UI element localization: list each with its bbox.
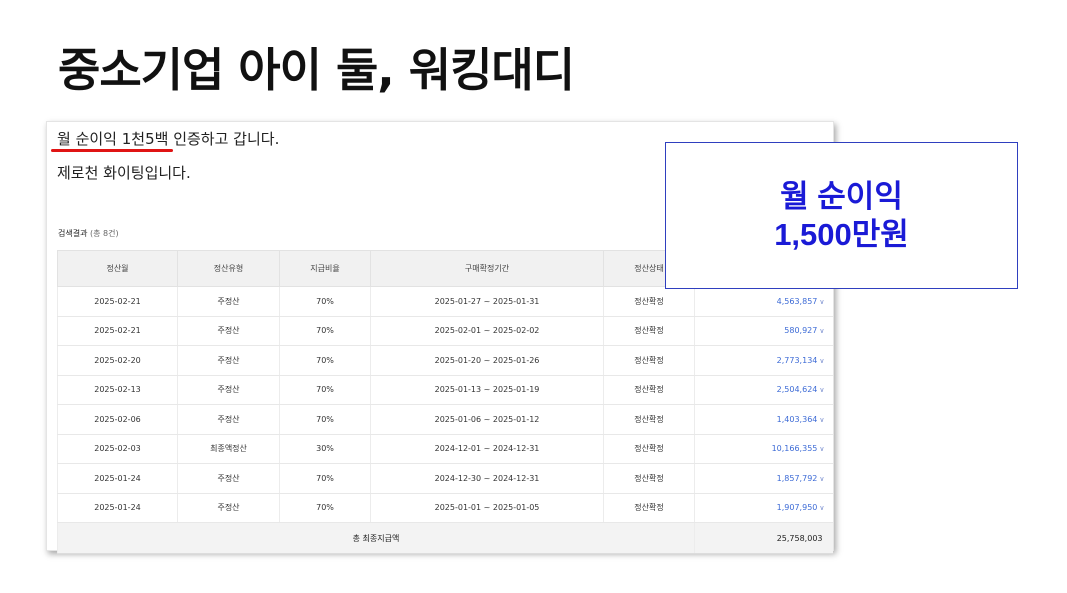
settlement-month-cell: 2025-01-24: [57, 463, 178, 494]
settlement-status-cell: 정산확정: [603, 463, 695, 494]
amount-cell[interactable]: 2,773,134 ∨: [694, 345, 833, 376]
settlement-type-cell: 주정산: [177, 316, 280, 346]
payout-ratio-cell: 70%: [279, 286, 371, 317]
chevron-down-icon[interactable]: ∨: [819, 298, 824, 306]
post-highlight: 월 순이익 1천5백: [57, 130, 169, 148]
chevron-down-icon[interactable]: ∨: [819, 504, 824, 512]
amount-value[interactable]: 2,773,134: [777, 356, 818, 365]
amount-value[interactable]: 1,907,950: [777, 503, 818, 512]
settlement-type-cell: 주정산: [177, 493, 280, 523]
amount-value[interactable]: 2,504,624: [777, 385, 818, 394]
slide-title: 중소기업 아이 둘, 워킹대디: [58, 43, 575, 97]
confirm-period-cell: 2025-01-06 ~ 2025-01-12: [370, 404, 604, 435]
results-heading: 검색결과 (총 8건): [58, 228, 119, 239]
confirm-period-cell: 2024-12-01 ~ 2024-12-31: [370, 434, 604, 464]
settlement-type-cell: 주정산: [177, 463, 280, 494]
settlement-month-cell: 2025-02-21: [57, 316, 178, 346]
amount-cell[interactable]: 1,907,950 ∨: [694, 493, 833, 523]
amount-cell[interactable]: 4,563,857 ∨: [694, 286, 833, 317]
settlement-status-cell: 정산확정: [603, 434, 695, 464]
settlement-status-cell: 정산확정: [603, 404, 695, 435]
amount-cell[interactable]: 580,927 ∨: [694, 316, 833, 346]
results-count: (총 8건): [90, 229, 119, 238]
confirm-period-cell: 2025-01-01 ~ 2025-01-05: [370, 493, 604, 523]
settlement-status-cell: 정산확정: [603, 316, 695, 346]
table-row: 2025-02-03 최종액정산 30% 2024-12-01 ~ 2024-12-3…: [57, 434, 833, 464]
amount-cell[interactable]: 1,403,364 ∨: [694, 404, 833, 435]
settlement-type-cell: 주정산: [177, 404, 280, 435]
settlement-status-cell: 정산확정: [603, 345, 695, 376]
payout-ratio-cell: 70%: [279, 404, 371, 435]
column-header: 정산유형: [177, 250, 280, 287]
payout-ratio-cell: 70%: [279, 345, 371, 376]
settlement-month-cell: 2025-02-06: [57, 404, 178, 435]
amount-value[interactable]: 1,403,364: [777, 415, 818, 424]
chevron-down-icon[interactable]: ∨: [819, 327, 824, 335]
table-row: 2025-02-21 주정산 70% 2025-02-01 ~ 2025-02-02 정…: [57, 316, 833, 346]
settlement-month-cell: 2025-02-03: [57, 434, 178, 464]
settlement-type-cell: 주정산: [177, 286, 280, 317]
total-label: 총 최종지급액: [57, 522, 695, 554]
amount-cell[interactable]: 10,166,355 ∨: [694, 434, 833, 464]
post-line-1: 월 순이익 1천5백 인증하고 갑니다.: [57, 128, 279, 149]
callout-line-2: 1,500만원: [774, 216, 909, 252]
confirm-period-cell: 2025-01-27 ~ 2025-01-31: [370, 286, 604, 317]
table-row: 2025-02-06 주정산 70% 2025-01-06 ~ 2025-01-12 정…: [57, 404, 833, 435]
settlement-month-cell: 2025-02-21: [57, 286, 178, 317]
column-header: 구매확정기간: [370, 250, 604, 287]
settlement-status-cell: 정산확정: [603, 375, 695, 405]
amount-value[interactable]: 10,166,355: [772, 444, 818, 453]
settlement-type-cell: 주정산: [177, 345, 280, 376]
payout-ratio-cell: 70%: [279, 463, 371, 494]
settlement-month-cell: 2025-02-20: [57, 345, 178, 376]
chevron-down-icon[interactable]: ∨: [819, 416, 824, 424]
amount-cell[interactable]: 2,504,624 ∨: [694, 375, 833, 405]
amount-cell[interactable]: 1,857,792 ∨: [694, 463, 833, 494]
amount-value[interactable]: 1,857,792: [777, 474, 818, 483]
callout-line-1: 월 순이익: [780, 178, 903, 214]
settlement-table: 정산월 정산유형 지급비율 구매확정기간 정산상태 2025-02-21 주정산 7…: [57, 250, 833, 554]
post-line-1-rest: 인증하고 갑니다.: [168, 130, 280, 148]
settlement-month-cell: 2025-01-24: [57, 493, 178, 523]
payout-ratio-cell: 70%: [279, 316, 371, 346]
table-row: 2025-01-24 주정산 70% 2024-12-30 ~ 2024-12-31 정…: [57, 463, 833, 494]
confirm-period-cell: 2024-12-30 ~ 2024-12-31: [370, 463, 604, 494]
red-underline: [51, 149, 173, 152]
table-row: 2025-02-21 주정산 70% 2025-01-27 ~ 2025-01-31 정…: [57, 286, 833, 317]
amount-value[interactable]: 4,563,857: [777, 297, 818, 306]
table-row: 2025-02-13 주정산 70% 2025-01-13 ~ 2025-01-19 정…: [57, 375, 833, 405]
amount-value[interactable]: 580,927: [784, 326, 817, 335]
callout-box: 월 순이익 1,500만원: [665, 142, 1018, 289]
chevron-down-icon[interactable]: ∨: [819, 386, 824, 394]
table-row: 2025-02-20 주정산 70% 2025-01-20 ~ 2025-01-26 정…: [57, 345, 833, 376]
chevron-down-icon[interactable]: ∨: [819, 475, 824, 483]
column-header: 지급비율: [279, 250, 371, 287]
confirm-period-cell: 2025-01-13 ~ 2025-01-19: [370, 375, 604, 405]
settlement-month-cell: 2025-02-13: [57, 375, 178, 405]
total-value: 25,758,003: [694, 522, 833, 554]
settlement-type-cell: 최종액정산: [177, 434, 280, 464]
post-line-2: 제로천 화이팅입니다.: [57, 164, 191, 182]
payout-ratio-cell: 70%: [279, 375, 371, 405]
settlement-status-cell: 정산확정: [603, 286, 695, 317]
column-header: 정산월: [57, 250, 178, 287]
results-title: 검색결과: [58, 229, 88, 238]
total-row: 총 최종지급액 25,758,003: [57, 522, 833, 554]
settlement-status-cell: 정산확정: [603, 493, 695, 523]
payout-ratio-cell: 70%: [279, 493, 371, 523]
settlement-type-cell: 주정산: [177, 375, 280, 405]
chevron-down-icon[interactable]: ∨: [819, 445, 824, 453]
table-row: 2025-01-24 주정산 70% 2025-01-01 ~ 2025-01-05 정…: [57, 493, 833, 523]
confirm-period-cell: 2025-02-01 ~ 2025-02-02: [370, 316, 604, 346]
confirm-period-cell: 2025-01-20 ~ 2025-01-26: [370, 345, 604, 376]
chevron-down-icon[interactable]: ∨: [819, 357, 824, 365]
payout-ratio-cell: 30%: [279, 434, 371, 464]
